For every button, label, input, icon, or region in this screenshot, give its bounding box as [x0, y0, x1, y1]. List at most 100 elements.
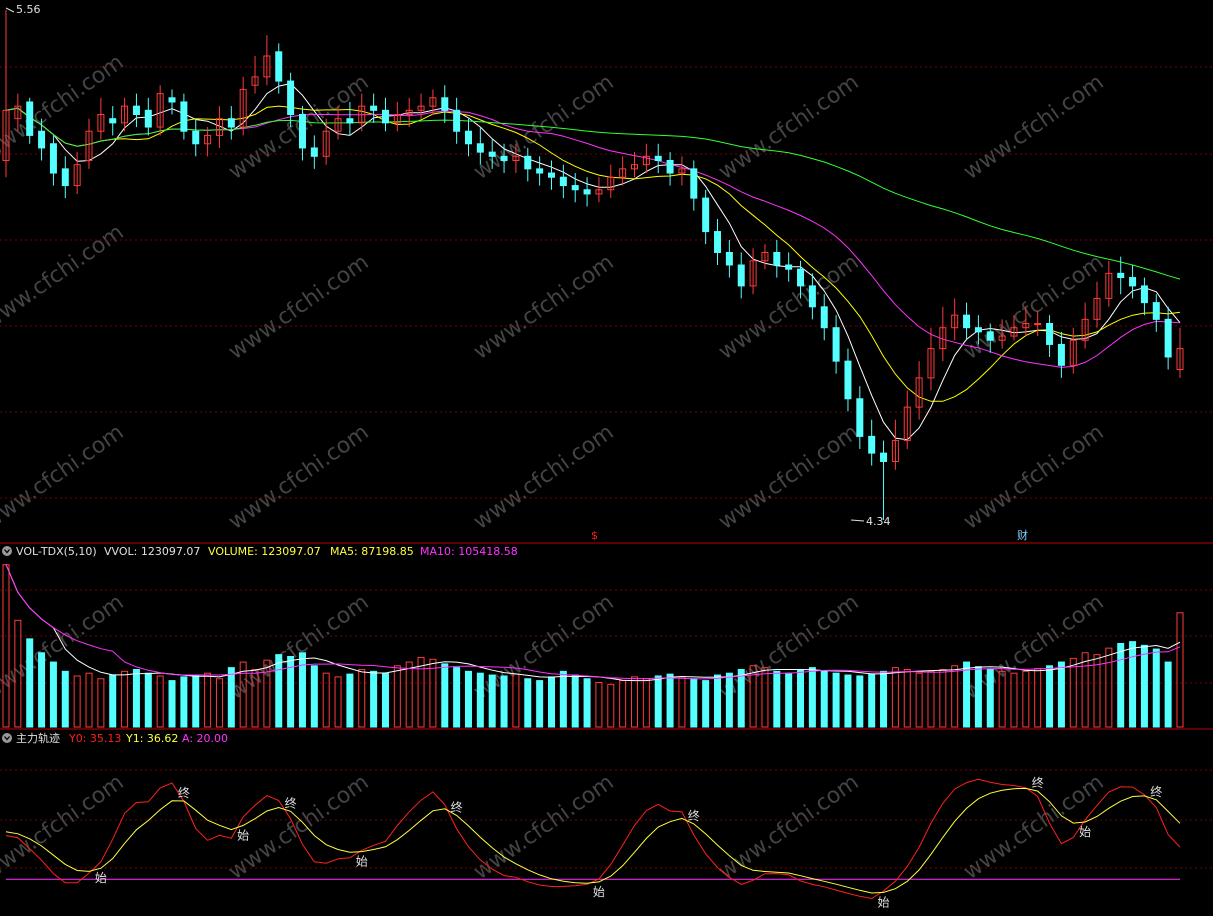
- candle-body[interactable]: [666, 159, 674, 174]
- candle-body[interactable]: [464, 130, 472, 145]
- volume-bar[interactable]: [85, 672, 93, 728]
- volume-bar[interactable]: [654, 675, 662, 728]
- candle-body[interactable]: [381, 109, 389, 124]
- candle-body[interactable]: [453, 109, 461, 132]
- volume-bar[interactable]: [26, 638, 34, 728]
- volume-bar[interactable]: [109, 674, 117, 728]
- volume-bar[interactable]: [915, 672, 923, 728]
- candle-body[interactable]: [180, 101, 188, 132]
- volume-bar[interactable]: [180, 676, 188, 728]
- volume-bar[interactable]: [785, 672, 793, 728]
- volume-bar[interactable]: [144, 672, 152, 728]
- volume-bar[interactable]: [951, 665, 959, 728]
- candle-body[interactable]: [773, 251, 781, 266]
- volume-bar[interactable]: [1010, 672, 1018, 728]
- volume-bar[interactable]: [38, 652, 46, 728]
- candle-body[interactable]: [370, 105, 378, 111]
- candle-body[interactable]: [654, 155, 662, 161]
- candle-body[interactable]: [832, 327, 840, 362]
- candle-body[interactable]: [974, 327, 982, 333]
- candle-body[interactable]: [26, 101, 34, 136]
- collapse-icon[interactable]: [2, 733, 12, 743]
- volume-bar[interactable]: [1117, 643, 1125, 728]
- volume-bar[interactable]: [725, 672, 733, 728]
- volume-bar[interactable]: [1152, 648, 1160, 728]
- volume-bar[interactable]: [1140, 644, 1148, 728]
- volume-bar[interactable]: [595, 681, 603, 728]
- volume-bar[interactable]: [227, 667, 235, 728]
- candle-body[interactable]: [986, 331, 994, 341]
- volume-bar[interactable]: [1093, 654, 1101, 728]
- volume-bar[interactable]: [808, 667, 816, 728]
- volume-bar[interactable]: [405, 661, 413, 728]
- volume-bar[interactable]: [891, 667, 899, 728]
- candle-body[interactable]: [275, 51, 283, 82]
- volume-bar[interactable]: [61, 670, 69, 728]
- volume-bar[interactable]: [417, 656, 425, 728]
- volume-bar[interactable]: [1176, 612, 1184, 728]
- volume-bars[interactable]: [2, 564, 1184, 728]
- candle-body[interactable]: [536, 168, 544, 174]
- volume-bar[interactable]: [678, 676, 686, 728]
- candle-body[interactable]: [38, 130, 46, 149]
- volume-bar[interactable]: [500, 675, 508, 728]
- volume-bar[interactable]: [571, 674, 579, 728]
- event-marker-cai[interactable]: 财: [1017, 528, 1028, 542]
- volume-bar[interactable]: [631, 676, 639, 728]
- volume-bar[interactable]: [1057, 661, 1065, 728]
- volume-bar[interactable]: [583, 678, 591, 728]
- volume-bar[interactable]: [192, 674, 200, 728]
- volume-bar[interactable]: [547, 676, 555, 728]
- candle-body[interactable]: [144, 109, 152, 128]
- volume-bar[interactable]: [132, 668, 140, 728]
- volume-bar[interactable]: [974, 666, 982, 728]
- volume-bar[interactable]: [215, 678, 223, 728]
- volume-bar[interactable]: [856, 675, 864, 728]
- volume-panel[interactable]: [2, 564, 1184, 728]
- event-marker-s[interactable]: $: [591, 529, 598, 542]
- volume-bar[interactable]: [381, 672, 389, 728]
- volume-bar[interactable]: [156, 675, 164, 728]
- volume-bar[interactable]: [1129, 641, 1137, 728]
- volume-bar[interactable]: [73, 675, 81, 728]
- candle-body[interactable]: [227, 118, 235, 128]
- candle-body[interactable]: [1140, 285, 1148, 304]
- volume-bar[interactable]: [844, 674, 852, 728]
- volume-bar[interactable]: [393, 665, 401, 728]
- volume-bar[interactable]: [322, 672, 330, 728]
- candle-body[interactable]: [1057, 343, 1065, 366]
- candle-body[interactable]: [1152, 302, 1160, 320]
- volume-bar[interactable]: [453, 667, 461, 728]
- volume-bar[interactable]: [1034, 668, 1042, 728]
- candle-body[interactable]: [583, 189, 591, 195]
- volume-bar[interactable]: [358, 668, 366, 728]
- volume-bar[interactable]: [441, 663, 449, 728]
- volume-bar[interactable]: [820, 670, 828, 728]
- candle-body[interactable]: [346, 118, 354, 124]
- volume-bar[interactable]: [2, 564, 10, 728]
- stock-chart[interactable]: www.cfchi.com www.cfchi.com www.cfchi.com w…: [0, 0, 1213, 916]
- candle-body[interactable]: [571, 185, 579, 191]
- candle-body[interactable]: [168, 97, 176, 103]
- volume-bar[interactable]: [832, 672, 840, 728]
- candle-body[interactable]: [785, 264, 793, 270]
- volume-bar[interactable]: [49, 661, 57, 728]
- candle-body[interactable]: [737, 264, 745, 287]
- volume-bar[interactable]: [963, 661, 971, 728]
- candle-body[interactable]: [524, 155, 532, 170]
- volume-bar[interactable]: [1081, 652, 1089, 728]
- volume-bar[interactable]: [524, 678, 532, 728]
- volume-bar[interactable]: [797, 668, 805, 728]
- volume-bar[interactable]: [702, 680, 710, 728]
- candle-body[interactable]: [547, 172, 555, 178]
- volume-bar[interactable]: [642, 678, 650, 728]
- volume-bar[interactable]: [1105, 647, 1113, 728]
- candle-body[interactable]: [868, 435, 876, 454]
- volume-bar[interactable]: [464, 670, 472, 728]
- candle-body[interactable]: [1129, 277, 1137, 287]
- candle-body[interactable]: [725, 251, 733, 266]
- candle-body[interactable]: [820, 306, 828, 329]
- candle-body[interactable]: [109, 118, 117, 124]
- candle-body[interactable]: [132, 105, 140, 116]
- volume-bar[interactable]: [773, 670, 781, 728]
